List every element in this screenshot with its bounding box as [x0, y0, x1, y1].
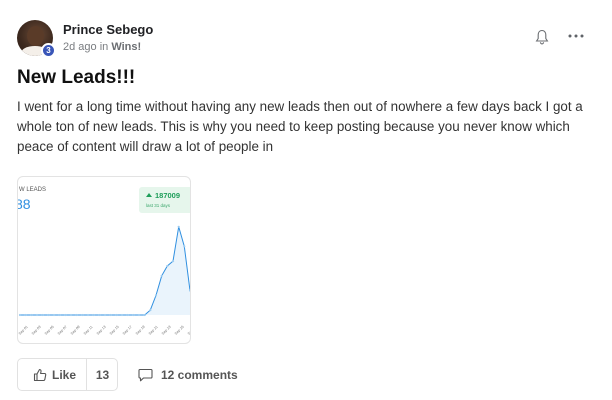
- chart-point: [177, 225, 180, 228]
- post-actions: Like 13 12 comments: [17, 358, 317, 391]
- avatar-head: [27, 26, 44, 46]
- chart-point: [109, 313, 112, 317]
- chart-point: [35, 313, 39, 317]
- chart-point: [98, 313, 101, 317]
- chart-point: [52, 313, 56, 317]
- chart-point: [18, 313, 22, 317]
- chart-x-tick-label: Sep 19: [135, 325, 146, 336]
- more-options-icon[interactable]: [567, 28, 585, 44]
- chart-point: [143, 313, 146, 317]
- chart-x-tick-label: Sep 21: [148, 325, 159, 336]
- chart-x-tick-label: Sep 25: [174, 325, 185, 336]
- chart-x-tick-label: Sep 05: [44, 325, 55, 336]
- chart-point: [41, 313, 44, 317]
- author-name[interactable]: Prince Sebego: [63, 22, 153, 37]
- post-time: 2d ago in: [63, 41, 109, 53]
- level-badge: 3: [41, 43, 56, 58]
- chart-point: [103, 313, 107, 317]
- chart-point: [30, 313, 33, 317]
- like-count[interactable]: 13: [87, 359, 118, 390]
- chart-point: [69, 313, 73, 317]
- chart-point: [115, 313, 118, 317]
- chart-headline-value: 88: [18, 196, 31, 212]
- chart-x-tick-label: Sep 09: [70, 325, 81, 336]
- chart-point: [149, 309, 152, 312]
- post-meta: 2d ago in Wins!: [63, 41, 141, 53]
- chart-point: [132, 313, 135, 317]
- chart-point: [24, 313, 27, 317]
- like-label: Like: [52, 367, 77, 382]
- comment-icon: [138, 368, 153, 381]
- post-title: New Leads!!!: [17, 67, 136, 88]
- chart-x-tick-label: Sep 13: [96, 325, 107, 336]
- chart-point: [137, 313, 141, 317]
- like-button-group: Like 13: [17, 358, 118, 391]
- chart-point: [171, 260, 175, 263]
- chart-point: [86, 313, 90, 317]
- chart-image-attachment[interactable]: W LEADS 88 187009 last 31 days Sep 01Sep…: [17, 176, 191, 344]
- growth-badge-caption: last 31 days: [146, 203, 171, 208]
- chart-x-tick-label: Sep 15: [109, 325, 120, 336]
- chart-x-tick-label: Sep 17: [122, 325, 133, 336]
- chart-title: W LEADS: [19, 187, 46, 193]
- chart-point: [120, 313, 124, 317]
- chart-point: [183, 245, 186, 248]
- post-body: I went for a long time without having an…: [17, 99, 583, 154]
- comments-button[interactable]: 12 comments: [138, 358, 238, 391]
- chart-point: [81, 313, 84, 317]
- chart-point: [75, 313, 78, 317]
- chart-point: [92, 313, 95, 317]
- chart-x-tick-label: Sep 11: [83, 325, 94, 336]
- chart-point: [64, 313, 67, 317]
- chart-point: [58, 313, 61, 317]
- chart-point: [160, 274, 163, 277]
- leads-chart: W LEADS 88 187009 last 31 days Sep 01Sep…: [18, 187, 191, 336]
- chart-plot-area: [18, 225, 190, 317]
- chart-point: [154, 294, 158, 297]
- bell-icon[interactable]: [535, 29, 549, 45]
- chart-point: [188, 289, 190, 292]
- post-category[interactable]: Wins!: [111, 41, 141, 53]
- chart-point: [166, 264, 169, 268]
- chart-x-tick-label: Sep: [187, 328, 191, 335]
- chart-x-tick-label: Sep 03: [31, 325, 42, 336]
- post-header: 3 Prince Sebego 2d ago in Wins!: [17, 20, 597, 58]
- chart-x-tick-label: Sep 23: [161, 325, 172, 336]
- chart-point: [47, 313, 50, 317]
- like-button[interactable]: Like: [18, 359, 86, 390]
- chart-x-tick-label: Sep 07: [57, 325, 68, 336]
- chart-x-tick-label: Sep 01: [18, 325, 29, 336]
- chart-point: [126, 313, 129, 317]
- thumbs-up-icon: [33, 368, 47, 381]
- comments-label: 12 comments: [161, 367, 238, 382]
- chart-x-ticks: Sep 01 Sep 03 Sep 05 Sep 07 Sep 09 Sep 11 Sep …: [18, 325, 191, 336]
- growth-badge-value: 187009: [155, 191, 180, 200]
